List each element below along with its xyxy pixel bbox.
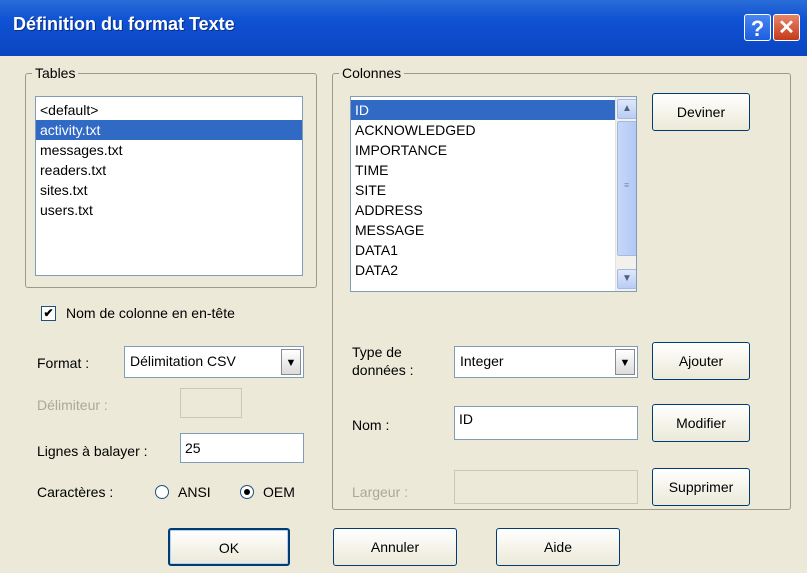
columns-list-item[interactable]: IMPORTANCE	[351, 140, 615, 160]
name-field[interactable]: ID	[454, 406, 638, 440]
modify-button[interactable]: Modifier	[652, 404, 750, 442]
columns-list[interactable]: ID ACKNOWLEDGED IMPORTANCE TIME SITE ADDRESS M…	[350, 96, 637, 292]
tables-list-item[interactable]: messages.txt	[36, 140, 302, 160]
tables-list-item[interactable]: readers.txt	[36, 160, 302, 180]
columns-list-item[interactable]: ACKNOWLEDGED	[351, 120, 615, 140]
header-checkbox-label[interactable]: Nom de colonne en en-tête	[66, 304, 235, 322]
width-field[interactable]	[454, 470, 638, 504]
name-label: Nom :	[352, 417, 390, 433]
columns-list-item[interactable]: TIME	[351, 160, 615, 180]
scroll-thumb[interactable]: ≡	[617, 121, 636, 256]
columns-group-label: Colonnes	[339, 65, 405, 81]
tables-list-item[interactable]: sites.txt	[36, 180, 302, 200]
tables-list[interactable]: <default> activity.txt messages.txt readers…	[35, 96, 303, 276]
close-icon[interactable]: ✕	[773, 14, 800, 41]
help-button[interactable]: Aide	[496, 528, 620, 566]
columns-group: Colonnes ID ACKNOWLEDGED IMPORTANCE TIME SIT…	[332, 65, 791, 510]
delimiter-field[interactable]	[180, 388, 242, 418]
columns-list-item[interactable]: MESSAGE	[351, 220, 615, 240]
help-icon[interactable]: ?	[744, 14, 771, 41]
tables-list-item[interactable]: users.txt	[36, 200, 302, 220]
tables-group: Tables <default> activity.txt messages.txt…	[25, 65, 317, 288]
format-label: Format :	[37, 355, 90, 371]
data-type-select[interactable]: Integer ▼	[454, 346, 638, 378]
charset-label: Caractères :	[37, 484, 114, 500]
radio-dot-icon	[244, 489, 250, 495]
charset-oem-label[interactable]: OEM	[263, 483, 295, 501]
chevron-down-icon[interactable]: ▼	[281, 349, 301, 375]
charset-ansi-label[interactable]: ANSI	[178, 483, 211, 501]
scroll-down-icon[interactable]: ▼	[617, 269, 636, 289]
header-checkbox[interactable]: ✔	[41, 306, 56, 321]
ok-button[interactable]: OK	[168, 528, 290, 566]
delimiter-label: Délimiteur :	[37, 397, 108, 413]
delete-button[interactable]: Supprimer	[652, 468, 750, 506]
data-type-value: Integer	[460, 353, 504, 369]
data-type-label: Type de données :	[352, 344, 414, 378]
charset-ansi-radio[interactable]	[155, 485, 169, 499]
tables-list-item[interactable]: <default>	[36, 100, 302, 120]
cancel-button[interactable]: Annuler	[333, 528, 457, 566]
columns-list-item[interactable]: ID	[351, 100, 615, 120]
add-button[interactable]: Ajouter	[652, 342, 750, 380]
format-value: Délimitation CSV	[130, 353, 236, 369]
format-select[interactable]: Délimitation CSV ▼	[124, 346, 304, 378]
columns-list-item[interactable]: DATA2	[351, 260, 615, 280]
grip-icon: ≡	[624, 180, 630, 190]
charset-oem-radio[interactable]	[240, 485, 254, 499]
guess-button[interactable]: Deviner	[652, 93, 750, 131]
columns-list-item[interactable]: SITE	[351, 180, 615, 200]
scan-lines-label: Lignes à balayer :	[37, 443, 148, 459]
scan-lines-field[interactable]: 25	[180, 433, 304, 463]
tables-group-label: Tables	[32, 65, 79, 81]
scroll-up-icon[interactable]: ▲	[617, 99, 636, 119]
columns-list-item[interactable]: DATA1	[351, 240, 615, 260]
columns-list-item[interactable]: ADDRESS	[351, 200, 615, 220]
checkmark-icon: ✔	[43, 306, 54, 320]
width-label: Largeur :	[352, 484, 409, 500]
title-bar[interactable]: Définition du format Texte ? ✕	[0, 0, 807, 56]
chevron-down-icon[interactable]: ▼	[615, 349, 635, 375]
window-title: Définition du format Texte	[13, 14, 235, 34]
columns-scrollbar[interactable]: ▲ ≡ ▼	[615, 97, 636, 291]
tables-list-item[interactable]: activity.txt	[36, 120, 302, 140]
